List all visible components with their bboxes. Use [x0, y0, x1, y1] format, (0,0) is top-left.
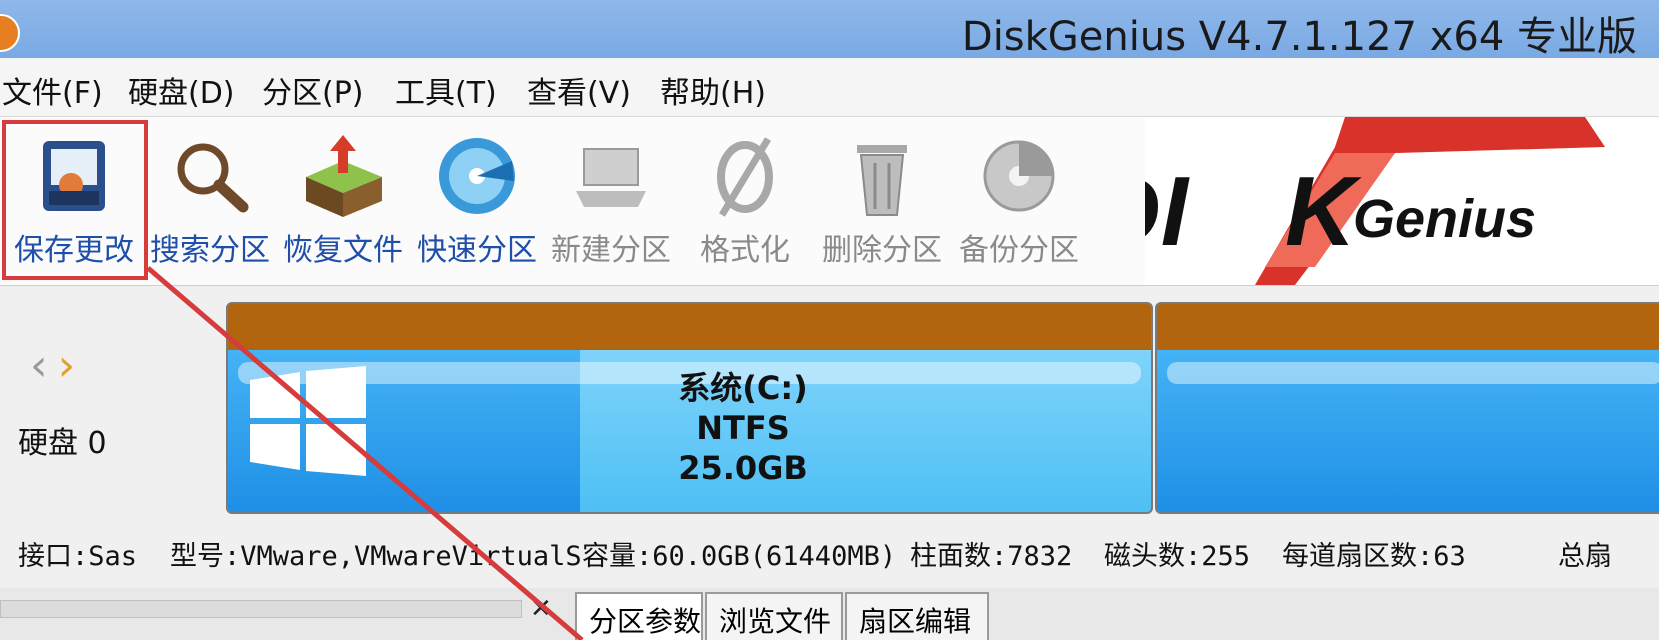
save-button-highlight	[2, 120, 148, 280]
menu-disk[interactable]: 硬盘(D)	[128, 68, 235, 112]
menu-partition[interactable]: 分区(P)	[262, 68, 364, 112]
disk-total: 总扇	[1558, 541, 1612, 572]
disk-capacity: 容量:60.0GB(61440MB)	[582, 541, 897, 572]
partition-header-bar	[228, 304, 1151, 350]
partition-info-text: 系统(C:) NTFS 25.0GB	[588, 368, 898, 488]
disk-info-line: 接口:Sas 型号:VMware,VMwareVirtualS 容量:60.0G…	[0, 520, 1659, 580]
prev-disk-icon[interactable]: ‹	[30, 340, 48, 391]
backup-partition-button[interactable]: 备份分区	[952, 117, 1086, 279]
search-icon	[177, 143, 249, 213]
logo-graphic: DI K Genius	[1145, 117, 1659, 285]
logo-text-right: Genius	[1353, 189, 1536, 249]
search-partition-button[interactable]: 搜索分区	[144, 117, 276, 279]
partition-fs: NTFS	[696, 409, 790, 447]
format-icon	[717, 137, 773, 217]
partition-size: 25.0GB	[678, 449, 808, 487]
delete-icon	[857, 145, 907, 216]
format-button[interactable]: 格式化	[678, 117, 812, 279]
quick-partition-label: 快速分区	[417, 233, 537, 268]
new-partition-button[interactable]: 新建分区	[544, 117, 678, 279]
logo-text-mid: K	[1285, 156, 1362, 266]
format-label: 格式化	[700, 233, 790, 268]
disk-cylinders: 柱面数:7832	[910, 541, 1073, 572]
app-icon[interactable]	[0, 14, 20, 52]
close-panel-icon[interactable]: ✕	[530, 594, 552, 624]
tab-partition-params[interactable]: 分区参数	[575, 592, 703, 640]
new-partition-label: 新建分区	[551, 233, 671, 268]
disk-label: 硬盘 0	[18, 426, 107, 461]
disk-model: 型号:VMware,VMwareVirtualS	[170, 541, 582, 572]
menu-bar: 文件(F) 硬盘(D) 分区(P) 工具(T) 查看(V) 帮助(H)	[0, 58, 1659, 117]
menu-tools[interactable]: 工具(T)	[395, 68, 497, 112]
quick-partition-icon	[439, 138, 515, 214]
disk-heads: 磁头数:255	[1104, 541, 1251, 572]
recover-files-label: 恢复文件	[283, 233, 403, 268]
menu-help[interactable]: 帮助(H)	[660, 68, 766, 112]
menu-view[interactable]: 查看(V)	[527, 68, 631, 112]
tree-scrollbar[interactable]	[0, 600, 522, 618]
backup-icon	[983, 140, 1055, 212]
recover-files-button[interactable]: 恢复文件	[276, 117, 410, 279]
partition-header-bar	[1157, 304, 1659, 350]
diskgenius-logo: DI K Genius	[1145, 117, 1659, 285]
disk-nav: ‹ ›	[30, 340, 75, 391]
menu-file[interactable]: 文件(F)	[2, 68, 103, 112]
disk-interface: 接口:Sas	[18, 541, 138, 572]
partition-name: 系统(C:)	[678, 369, 808, 407]
new-partition-icon	[576, 148, 646, 207]
disk-sectors: 每道扇区数:63	[1282, 541, 1466, 572]
partition-shine	[1167, 362, 1659, 384]
tab-browse-files[interactable]: 浏览文件	[705, 592, 843, 640]
tab-sector-editor[interactable]: 扇区编辑	[845, 592, 989, 640]
logo-text-left: DI	[1145, 156, 1190, 266]
backup-partition-label: 备份分区	[959, 233, 1079, 268]
delete-partition-button[interactable]: 删除分区	[812, 117, 952, 279]
partition-second[interactable]	[1155, 302, 1659, 514]
disk-selector-panel: ‹ › 硬盘 0	[0, 290, 220, 520]
quick-partition-button[interactable]: 快速分区	[410, 117, 544, 279]
delete-partition-label: 删除分区	[822, 233, 942, 268]
title-bar: DiskGenius V4.7.1.127 x64 专业版	[0, 0, 1659, 60]
next-disk-icon[interactable]: ›	[58, 340, 76, 391]
partition-system-c[interactable]: 系统(C:) NTFS 25.0GB	[226, 302, 1153, 514]
search-partition-label: 搜索分区	[150, 233, 270, 268]
window-title: DiskGenius V4.7.1.127 x64 专业版	[961, 14, 1637, 60]
windows-logo-icon	[250, 366, 366, 476]
disk-map: 系统(C:) NTFS 25.0GB	[226, 302, 1659, 514]
recover-icon	[306, 135, 382, 217]
